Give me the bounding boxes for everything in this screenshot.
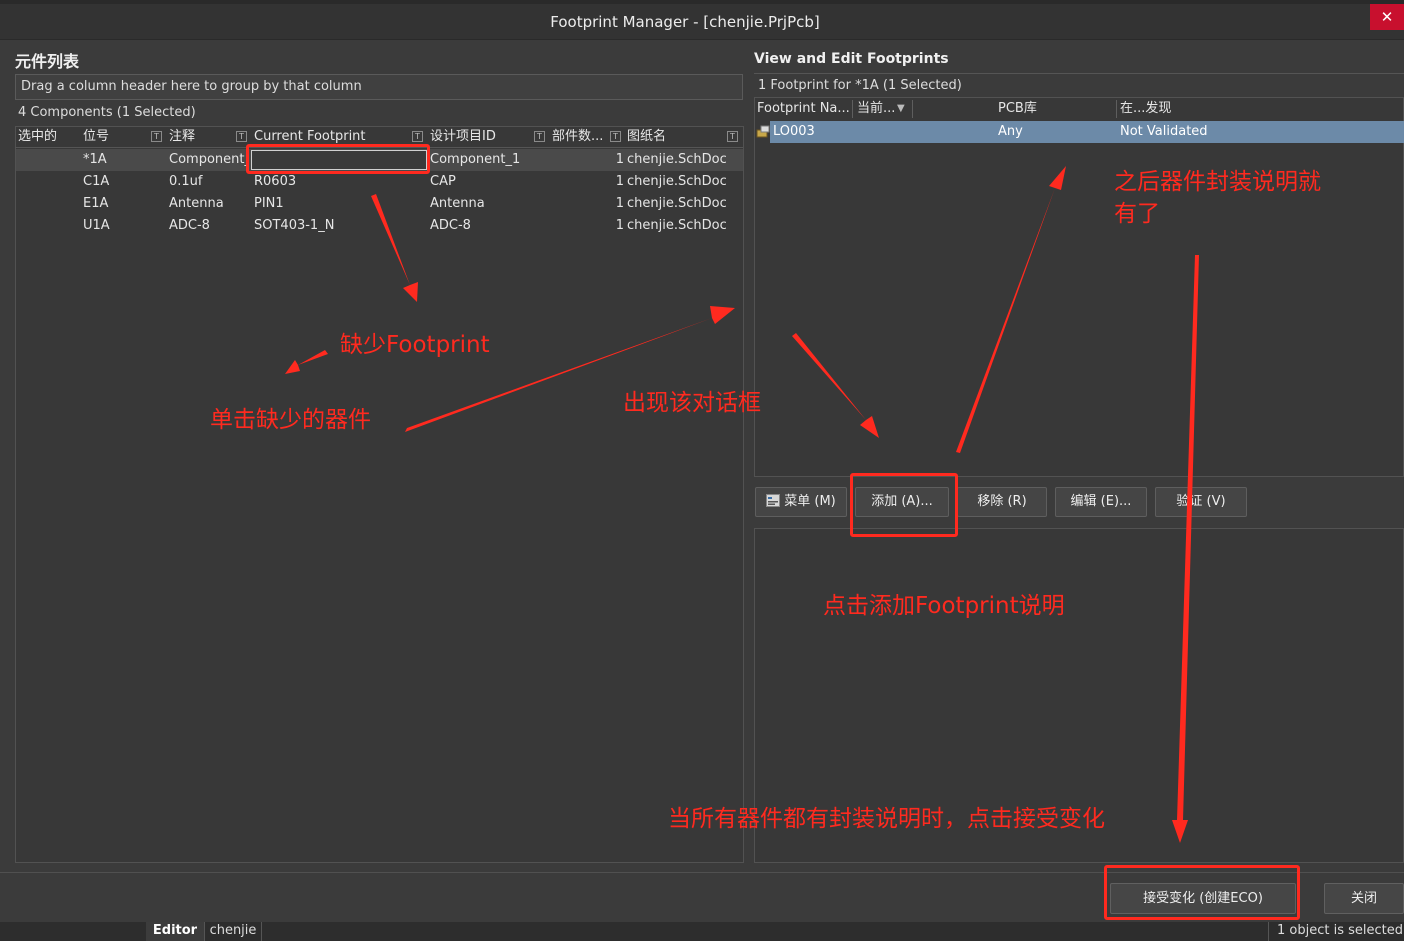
cell-footprint: R0603 [254, 174, 297, 189]
edit-footprint-button[interactable]: 编辑 (E)... [1055, 487, 1147, 517]
cell-designator: *1A [83, 152, 107, 167]
footprint-found-in: Not Validated [1120, 124, 1208, 139]
cell-designator: C1A [83, 174, 110, 189]
filter-icon[interactable]: T [151, 131, 162, 142]
filter-icon[interactable]: T [412, 131, 423, 142]
column-header-design-id[interactable]: 设计项目ID [430, 127, 530, 147]
cell-parts: 1 [615, 174, 624, 189]
cell-parts: 1 [615, 196, 624, 211]
cell-sheet: chenjie.SchDoc [627, 152, 727, 167]
column-divider [912, 100, 913, 118]
annotation-click-add: 点击添加Footprint说明 [823, 593, 1065, 619]
cell-design-id: ADC-8 [430, 218, 471, 233]
footprint-count: 1 Footprint for *1A (1 Selected) [754, 73, 1404, 97]
column-header-selected[interactable]: 选中的 [18, 127, 78, 147]
table-row[interactable]: U1A ADC-8 SOT403-1_N ADC-8 1 chenjie.Sch… [16, 215, 743, 237]
cell-design-id: CAP [430, 174, 456, 189]
annotation-missing-footprint: 缺少Footprint [340, 332, 490, 358]
cell-selected [18, 215, 78, 237]
cell-footprint: SOT403-1_N [254, 218, 335, 233]
cell-selected [18, 193, 78, 215]
column-header-pcb-library[interactable]: PCB库 [998, 99, 1098, 119]
footprint-icon [756, 125, 770, 138]
cell-parts: 1 [615, 152, 624, 167]
group-by-bar[interactable]: Drag a column header here to group by th… [15, 74, 743, 100]
menu-icon [766, 494, 781, 507]
view-edit-footprints-title: View and Edit Footprints [754, 51, 949, 67]
column-header-comment[interactable]: 注释 [169, 127, 231, 147]
annotation-accept-hint: 当所有器件都有封装说明时，点击接受变化 [668, 806, 1105, 832]
annotation-box-missing-footprint [246, 144, 430, 174]
cell-design-id: Antenna [430, 196, 485, 211]
cell-sheet: chenjie.SchDoc [627, 174, 727, 189]
close-dialog-button[interactable]: 关闭 [1324, 883, 1404, 914]
annotation-click-missing: 单击缺少的器件 [210, 407, 371, 433]
footprint-row[interactable] [770, 121, 1404, 143]
annotation-box-accept-button [1104, 865, 1300, 920]
tab-editor[interactable]: Editor [146, 922, 204, 941]
footprint-table [754, 97, 1404, 477]
footprint-name: LO003 [773, 124, 815, 139]
filter-icon[interactable]: T [236, 131, 247, 142]
column-divider [852, 100, 853, 118]
column-header-found-in[interactable]: 在...发现 [1120, 99, 1220, 119]
cell-comment: ADC-8 [169, 218, 210, 233]
cell-footprint: PIN1 [254, 196, 284, 211]
filter-icon[interactable]: T [610, 131, 621, 142]
column-divider [1116, 100, 1117, 118]
dropdown-arrow-icon[interactable]: ▼ [897, 99, 905, 119]
cell-comment: Antenna [169, 196, 224, 211]
footprint-library: Any [998, 124, 1023, 139]
table-row[interactable]: E1A Antenna PIN1 Antenna 1 chenjie.SchDo… [16, 193, 743, 215]
cell-comment: 0.1uf [169, 174, 203, 189]
column-header-parts[interactable]: 部件数... [552, 127, 607, 147]
validate-footprint-button[interactable]: 验证 (V) [1155, 487, 1247, 517]
cell-sheet: chenjie.SchDoc [627, 218, 727, 233]
column-header-current[interactable]: 当前... [857, 99, 899, 119]
table-row[interactable]: C1A 0.1uf R0603 CAP 1 chenjie.SchDoc [16, 171, 743, 193]
cell-designator: E1A [83, 196, 109, 211]
cell-selected [18, 149, 78, 171]
cell-design-id: Component_1 [430, 152, 521, 167]
annotation-box-add-button [850, 473, 958, 537]
menu-button[interactable]: 菜单 (M) [755, 487, 847, 517]
component-count: 4 Components (1 Selected) [18, 105, 196, 120]
cell-designator: U1A [83, 218, 110, 233]
cell-parts: 1 [615, 218, 624, 233]
filter-icon[interactable]: T [727, 131, 738, 142]
annotation-dialog-appears: 出现该对话框 [623, 390, 761, 416]
annotation-after-added-line1: 之后器件封装说明就 [1114, 169, 1321, 195]
tab-project[interactable]: chenjie [204, 922, 262, 941]
close-window-icon[interactable]: ✕ [1370, 4, 1404, 30]
filter-icon[interactable]: T [534, 131, 545, 142]
component-list-title: 元件列表 [15, 52, 80, 71]
annotation-after-added-line2: 有了 [1114, 201, 1160, 227]
column-header-footprint-name[interactable]: Footprint Na... [757, 99, 849, 119]
remove-footprint-button[interactable]: 移除 (R) [957, 487, 1047, 517]
column-header-sheet[interactable]: 图纸名 [627, 127, 727, 147]
status-text: 1 object is selected [1268, 922, 1404, 941]
menu-button-label: 菜单 (M) [784, 494, 836, 509]
cell-comment: Component_ [169, 152, 249, 167]
column-header-designator[interactable]: 位号 [83, 127, 147, 147]
cell-sheet: chenjie.SchDoc [627, 196, 727, 211]
window-title: Footprint Manager - [chenjie.PrjPcb] [550, 13, 820, 31]
cell-selected [18, 171, 78, 193]
